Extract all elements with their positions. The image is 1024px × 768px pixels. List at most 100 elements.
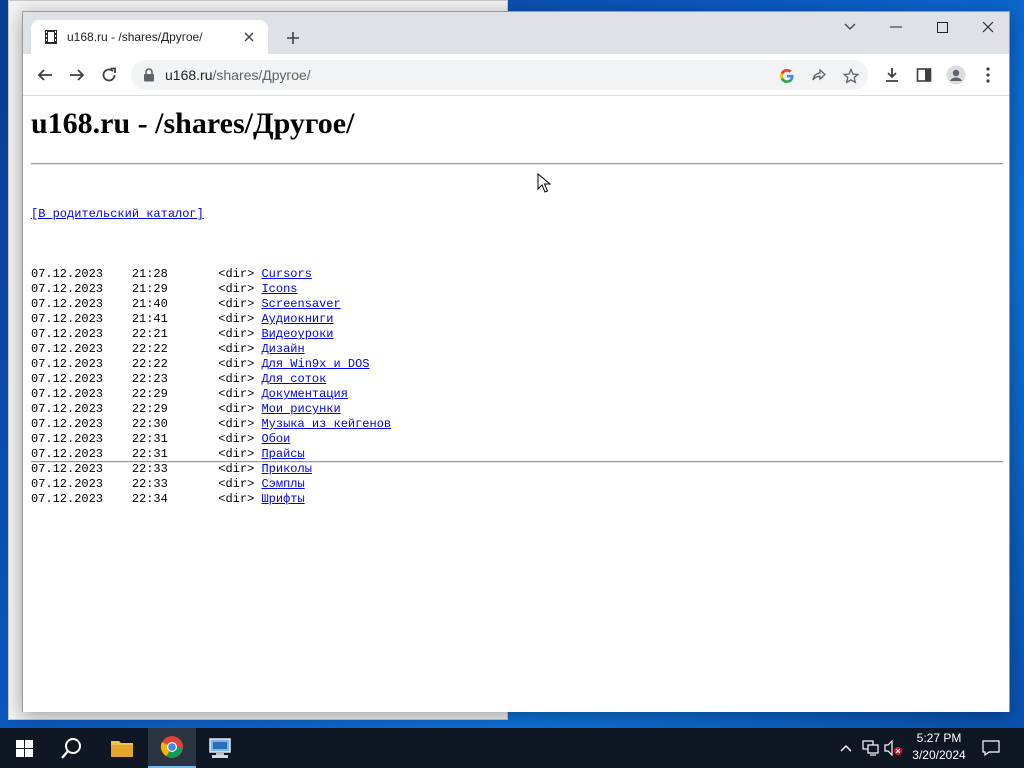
entry-type: <dir> bbox=[218, 357, 255, 371]
entry-type: <dir> bbox=[218, 267, 255, 281]
back-arrow-icon[interactable] bbox=[31, 61, 59, 89]
reload-icon[interactable] bbox=[95, 61, 123, 89]
entry-time: 22:29 bbox=[131, 402, 168, 416]
minimize-icon[interactable] bbox=[873, 12, 919, 42]
entry-link[interactable]: Шрифты bbox=[261, 492, 304, 506]
divider-top bbox=[31, 163, 1003, 165]
entry-type: <dir> bbox=[218, 402, 255, 416]
entry-time: 22:29 bbox=[131, 387, 168, 401]
plus-icon[interactable] bbox=[281, 26, 305, 50]
entry-time: 22:33 bbox=[131, 477, 168, 491]
list-item: 07.12.2023 22:29 <dir> Документация bbox=[31, 387, 391, 402]
entry-type: <dir> bbox=[218, 372, 255, 386]
entry-type: <dir> bbox=[218, 342, 255, 356]
entry-link[interactable]: Сэмплы bbox=[261, 477, 304, 491]
address-path: /shares/Другое/ bbox=[212, 67, 311, 83]
windows-start-icon[interactable] bbox=[0, 728, 48, 768]
tab-active[interactable]: u168.ru - /shares/Другое/ bbox=[31, 20, 268, 54]
lock-icon[interactable] bbox=[143, 68, 155, 82]
entry-link[interactable]: Документация bbox=[261, 387, 347, 401]
google-icon[interactable] bbox=[778, 67, 796, 85]
entry-link[interactable]: Дизайн bbox=[261, 342, 304, 356]
list-item: 07.12.2023 22:31 <dir> Обои bbox=[31, 432, 391, 447]
entry-date: 07.12.2023 bbox=[31, 372, 104, 386]
entry-link[interactable]: Screensaver bbox=[261, 297, 340, 311]
tab-title: u168.ru - /shares/Другое/ bbox=[67, 30, 203, 44]
entry-time: 22:22 bbox=[131, 342, 168, 356]
network-icon[interactable] bbox=[861, 738, 881, 758]
list-item: 07.12.2023 22:29 <dir> Мои рисунки bbox=[31, 402, 391, 417]
entry-type: <dir> bbox=[218, 462, 255, 476]
entry-link[interactable]: Приколы bbox=[261, 462, 311, 476]
notifications-icon[interactable] bbox=[981, 738, 1001, 758]
list-item: 07.12.2023 22:23 <dir> Для соток bbox=[31, 372, 391, 387]
list-item: 07.12.2023 22:22 <dir> Дизайн bbox=[31, 342, 391, 357]
entry-link[interactable]: Для Win9x и DOS bbox=[261, 357, 369, 371]
entry-time: 22:22 bbox=[131, 357, 168, 371]
entry-time: 21:29 bbox=[131, 282, 168, 296]
list-item: 07.12.2023 22:30 <dir> Музыка из кейгено… bbox=[31, 417, 391, 432]
profile-icon[interactable] bbox=[944, 63, 968, 87]
star-icon[interactable] bbox=[842, 67, 860, 85]
entry-type: <dir> bbox=[218, 387, 255, 401]
list-item: 07.12.2023 22:34 <dir> Шрифты bbox=[31, 492, 391, 507]
entry-time: 22:31 bbox=[131, 447, 168, 461]
system-clock[interactable]: 5:27 PM 3/20/2024 bbox=[904, 730, 974, 766]
entry-link[interactable]: Прайсы bbox=[261, 447, 304, 461]
entry-link[interactable]: Музыка из кейгенов bbox=[261, 417, 391, 431]
share-icon[interactable] bbox=[810, 67, 828, 85]
entry-link[interactable]: Мои рисунки bbox=[261, 402, 340, 416]
entry-link[interactable]: Icons bbox=[261, 282, 297, 296]
maximize-icon[interactable] bbox=[919, 12, 965, 42]
tray-chevron-icon[interactable] bbox=[836, 738, 856, 758]
chevron-down-icon[interactable] bbox=[827, 12, 873, 42]
parent-directory-link[interactable]: [В родительский каталог] bbox=[31, 207, 391, 222]
entry-date: 07.12.2023 bbox=[31, 447, 104, 461]
list-item: 07.12.2023 22:22 <dir> Для Win9x и DOS bbox=[31, 357, 391, 372]
entry-link[interactable]: Видеоуроки bbox=[261, 327, 333, 341]
chrome-icon[interactable] bbox=[148, 728, 196, 768]
menu-icon[interactable] bbox=[976, 63, 1000, 87]
entry-time: 22:30 bbox=[131, 417, 168, 431]
entry-date: 07.12.2023 bbox=[31, 432, 104, 446]
side-panel-icon[interactable] bbox=[912, 63, 936, 87]
file-explorer-icon[interactable] bbox=[98, 728, 146, 768]
entry-link[interactable]: Обои bbox=[261, 432, 290, 446]
entry-type: <dir> bbox=[218, 432, 255, 446]
entry-date: 07.12.2023 bbox=[31, 342, 104, 356]
entry-date: 07.12.2023 bbox=[31, 462, 104, 476]
close-icon[interactable] bbox=[240, 28, 258, 46]
entry-type: <dir> bbox=[218, 297, 255, 311]
download-icon[interactable] bbox=[880, 63, 904, 87]
forward-arrow-icon[interactable] bbox=[63, 61, 91, 89]
network-app-icon[interactable] bbox=[196, 728, 244, 768]
entry-type: <dir> bbox=[218, 477, 255, 491]
search-icon[interactable] bbox=[48, 728, 96, 768]
entry-link[interactable]: Cursors bbox=[261, 267, 311, 281]
list-item: 07.12.2023 21:28 <dir> Cursors bbox=[31, 267, 391, 282]
clock-date: 3/20/2024 bbox=[912, 748, 966, 762]
entry-date: 07.12.2023 bbox=[31, 477, 104, 491]
address-bar[interactable]: u168.ru/shares/Другое/ bbox=[131, 60, 868, 90]
entry-time: 22:21 bbox=[131, 327, 168, 341]
entry-time: 22:33 bbox=[131, 462, 168, 476]
entry-type: <dir> bbox=[218, 492, 255, 506]
entry-type: <dir> bbox=[218, 282, 255, 296]
entry-date: 07.12.2023 bbox=[31, 402, 104, 416]
volume-muted-icon[interactable] bbox=[884, 738, 904, 758]
entry-link[interactable]: Для соток bbox=[261, 372, 326, 386]
entry-date: 07.12.2023 bbox=[31, 282, 104, 296]
entries-list: 07.12.2023 21:28 <dir> Cursors 07.12.2023… bbox=[31, 267, 391, 507]
entry-type: <dir> bbox=[218, 447, 255, 461]
page-title: u168.ru - /shares/Другое/ bbox=[31, 107, 355, 140]
entry-type: <dir> bbox=[218, 327, 255, 341]
browser-toolbar: u168.ru/shares/Другое/ bbox=[23, 54, 1009, 96]
close-window-icon[interactable] bbox=[965, 12, 1011, 42]
browser-window: u168.ru - /shares/Другое/ u168.ru/shares… bbox=[22, 11, 1010, 712]
clock-time: 5:27 PM bbox=[916, 731, 962, 745]
mouse-cursor-icon bbox=[537, 172, 552, 198]
entry-date: 07.12.2023 bbox=[31, 387, 104, 401]
entry-date: 07.12.2023 bbox=[31, 267, 104, 281]
entry-link[interactable]: Аудиокниги bbox=[261, 312, 333, 326]
divider-bottom bbox=[31, 461, 1003, 463]
